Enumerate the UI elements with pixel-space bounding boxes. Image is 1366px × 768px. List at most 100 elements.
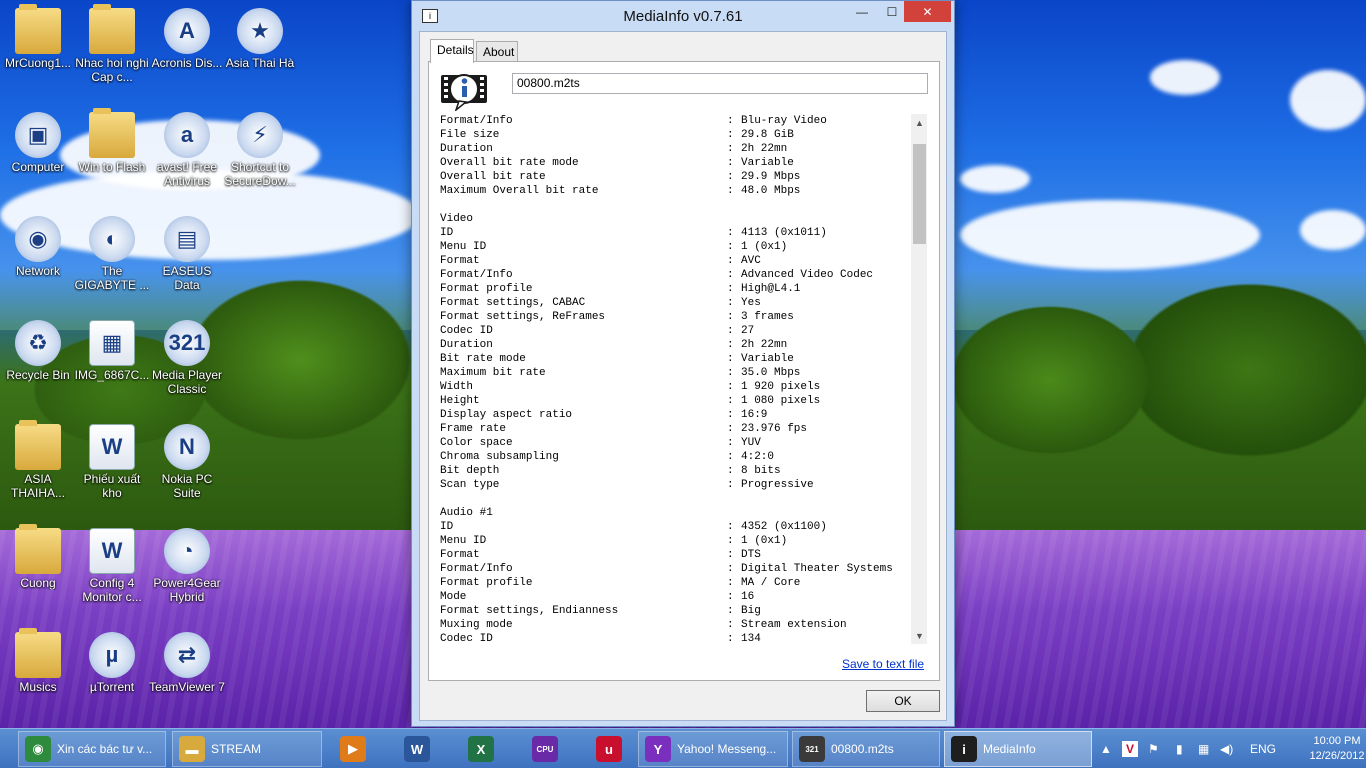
info-separator: : — [727, 325, 734, 337]
taskbar: ◉ Xin các bác tư v... ▬ STREAM ▶ W X CPU u Y Yahoo… — [0, 728, 1366, 768]
taskbar-button[interactable]: i MediaInfo — [944, 731, 1092, 767]
desktop-icon-label: Computer — [11, 160, 65, 174]
desktop-icon[interactable]: ⇄ TeamViewer 7 — [149, 632, 225, 694]
tray-app-icon[interactable]: V — [1122, 729, 1142, 768]
info-key: Scan type — [440, 479, 500, 491]
desktop-icon[interactable]: Win to Flash — [74, 108, 150, 174]
desktop-icon[interactable]: ♻ Recycle Bin — [0, 320, 76, 382]
details-panel: 00800.m2ts Format/Info: Blu-ray Video File… — [428, 61, 940, 681]
desktop-icon[interactable]: ▤ EASEUS Data Recovery ... — [149, 216, 225, 292]
taskbar-button[interactable]: Y Yahoo! Messeng... — [638, 731, 788, 767]
network-icon[interactable]: ▦ — [1198, 729, 1216, 768]
desktop-icon[interactable]: ◔ Power4Gear Hybrid — [149, 528, 225, 604]
desktop-icon[interactable]: ◐ The GIGABYTE ... — [74, 216, 150, 292]
taskbar-button[interactable]: W — [392, 731, 442, 767]
mediainfo-window[interactable]: i MediaInfo v0.7.61 — ☐ ✕ Details About … — [411, 0, 955, 727]
info-separator: : — [727, 171, 734, 183]
desktop-icon[interactable]: 321 Media Player Classic — [149, 320, 225, 396]
icon-glyph — [15, 632, 61, 678]
info-separator: : — [727, 283, 734, 295]
desktop-icon-label: IMG_6867C... — [74, 368, 150, 382]
save-to-text-file-link[interactable]: Save to text file — [842, 657, 924, 671]
taskbar-button[interactable]: CPU — [520, 731, 570, 767]
desktop-icon[interactable]: W Config 4 Monitor c... — [74, 528, 150, 604]
filename-field[interactable]: 00800.m2ts — [512, 73, 928, 94]
minimize-button[interactable]: — — [848, 1, 876, 22]
desktop-icon[interactable]: MrCuong1... — [0, 4, 76, 70]
taskbar-button[interactable]: 321 00800.m2ts — [792, 731, 940, 767]
info-separator: : — [727, 241, 734, 253]
title-bar[interactable]: i MediaInfo v0.7.61 — ☐ ✕ — [412, 1, 954, 31]
desktop-icon[interactable]: ▣ Computer — [0, 112, 76, 174]
desktop-icon[interactable]: ASIA THAIHA... — [0, 420, 76, 500]
icon-glyph: N — [179, 434, 195, 459]
info-key: Format settings, ReFrames — [440, 311, 606, 323]
desktop-icon[interactable]: Musics — [0, 628, 76, 694]
info-separator: : — [727, 549, 734, 561]
taskbar-button[interactable]: ▶ — [328, 731, 378, 767]
desktop-icon[interactable]: a avast! Free Antivirus — [149, 112, 225, 188]
desktop-icon[interactable]: Cuong — [0, 524, 76, 590]
info-key: Maximum bit rate — [440, 367, 546, 379]
info-row: Bit rate mode: Variable — [440, 352, 910, 366]
application-icon: ◔ — [164, 528, 210, 574]
info-text-area[interactable]: Format/Info: Blu-ray Video File size:29.8 … — [439, 114, 927, 644]
desktop-icon[interactable]: W Phiếu xuất kho — [74, 424, 150, 500]
info-row: Duration:2h 22mn — [440, 142, 910, 156]
info-value: 134 — [741, 633, 761, 644]
media-player-icon: ▶ — [340, 736, 366, 762]
info-value: 2h 22mn — [741, 143, 788, 155]
info-value: 1 (0x1) — [741, 535, 788, 547]
wallpaper-cloud — [960, 200, 1260, 270]
info-value: Progressive — [741, 479, 814, 491]
taskbar-button[interactable]: u — [584, 731, 634, 767]
desktop-icon[interactable]: ▦ IMG_6867C... — [74, 320, 150, 382]
language-indicator[interactable]: ENG — [1250, 729, 1280, 768]
info-section-header: Audio #1 — [440, 506, 910, 520]
info-row: Chroma subsampling:4:2:0 — [440, 450, 910, 464]
desktop-icon[interactable]: ⚡ Shortcut to SecureDow... — [222, 112, 298, 188]
icon-glyph — [15, 8, 61, 54]
info-key: Width — [440, 381, 474, 393]
ok-button[interactable]: OK — [866, 690, 940, 712]
info-key: Chroma subsampling — [440, 451, 559, 463]
icon-glyph: ◉ — [28, 226, 48, 251]
desktop-icon-label: Musics — [19, 680, 57, 694]
info-text-content: Format/Info: Blu-ray Video File size:29.8 … — [440, 114, 910, 644]
scroll-up-arrow-icon[interactable]: ▲ — [911, 114, 927, 131]
desktop-icon[interactable]: ★ Asia Thai Hà — [222, 8, 298, 70]
show-hidden-icons-button[interactable]: ▲ — [1100, 729, 1112, 768]
info-key: Overall bit rate — [440, 171, 546, 183]
desktop-icon-label: Media Player Classic — [151, 368, 223, 396]
desktop-icon[interactable]: N Nokia PC Suite — [149, 424, 225, 500]
application-icon: 321 — [164, 320, 210, 366]
info-scrollbar[interactable]: ▲ ▼ — [911, 114, 927, 644]
close-button[interactable]: ✕ — [904, 1, 951, 22]
maximize-button[interactable]: ☐ — [878, 1, 906, 22]
taskbar-button[interactable]: ◉ Xin các bác tư v... — [18, 731, 166, 767]
icon-glyph: µ — [105, 642, 119, 667]
info-value: Advanced Video Codec — [741, 269, 874, 281]
desktop-icon-label: Nhac hoi nghi Cap c... — [75, 56, 149, 84]
desktop-icon[interactable]: Nhac hoi nghi Cap c... — [74, 4, 150, 84]
document-icon: W — [89, 424, 135, 470]
volume-icon[interactable]: ◀) — [1220, 729, 1238, 768]
desktop-icon[interactable]: A Acronis Dis... — [149, 8, 225, 70]
scroll-thumb[interactable] — [913, 144, 926, 244]
info-key: Audio #1 — [440, 507, 493, 519]
taskbar-button[interactable]: X — [456, 731, 506, 767]
clock[interactable]: 10:00 PM 12/26/2012 — [1308, 734, 1366, 764]
desktop-icon-label: Win to Flash — [78, 160, 146, 174]
desktop-icon[interactable]: µ µTorrent — [74, 632, 150, 694]
info-key: Frame rate — [440, 423, 507, 435]
desktop-icon[interactable]: ◉ Network — [0, 216, 76, 278]
action-center-icon[interactable]: ⚑ — [1148, 729, 1168, 768]
info-row: Format/Info: Digital Theater Systems — [440, 562, 910, 576]
tab-about[interactable]: About — [476, 41, 518, 63]
battery-icon[interactable]: ▮ — [1176, 729, 1194, 768]
tab-details[interactable]: Details — [430, 39, 474, 63]
info-row: Format settings, CABAC: Yes — [440, 296, 910, 310]
wallpaper-cloud — [960, 165, 1030, 193]
scroll-down-arrow-icon[interactable]: ▼ — [911, 627, 927, 644]
taskbar-button[interactable]: ▬ STREAM — [172, 731, 322, 767]
